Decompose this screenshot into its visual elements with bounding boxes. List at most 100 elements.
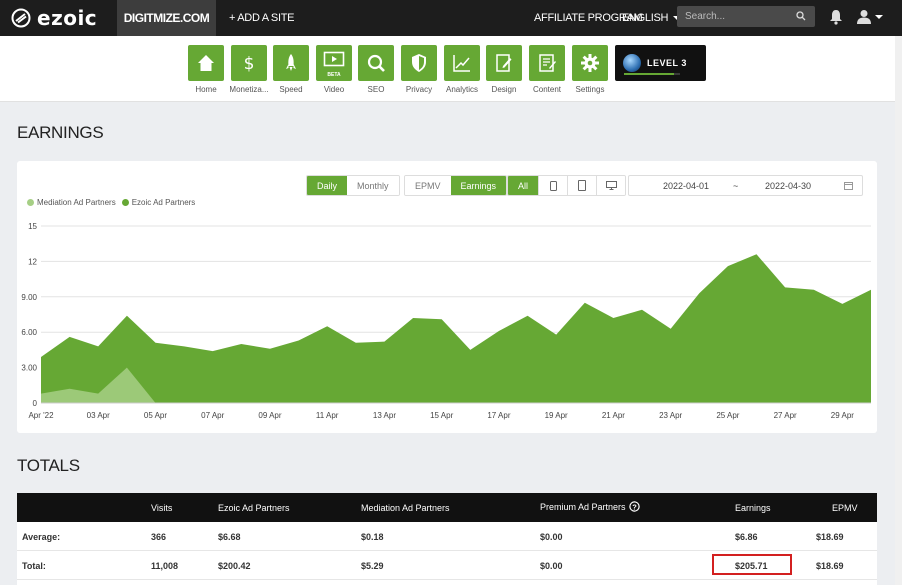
nav-label: SEO	[367, 85, 385, 94]
design-icon	[496, 54, 512, 72]
gear-icon	[581, 54, 599, 72]
x-tick-label: 19 Apr	[545, 411, 568, 420]
level-badge[interactable]: LEVEL 3	[615, 45, 706, 81]
table-header: Visits Ezoic Ad Partners Mediation Ad Pa…	[17, 493, 877, 522]
nav-seo-tile	[358, 45, 394, 81]
home-icon	[198, 55, 214, 71]
table-row: Average: 366 $6.68 $0.18 $0.00 $6.86 $18…	[17, 522, 877, 551]
col-mediation-ad-partners: Mediation Ad Partners	[361, 503, 450, 513]
nav-settings-tile	[572, 45, 608, 81]
nav-video[interactable]: BETA Video	[313, 45, 355, 94]
cell-earnings: $6.86	[735, 532, 758, 542]
nav-monetization[interactable]: $ Monetiza...	[228, 45, 270, 94]
page-scrollbar[interactable]	[895, 36, 902, 585]
level-orb-icon	[623, 54, 641, 72]
x-tick-label: 25 Apr	[716, 411, 739, 420]
bell-icon[interactable]	[829, 9, 843, 25]
nav-label: Analytics	[445, 85, 478, 94]
shield-icon	[412, 54, 426, 72]
y-tick-label: 0	[33, 399, 38, 408]
nav-seo[interactable]: SEO	[355, 45, 397, 94]
y-tick-label: 12	[28, 257, 37, 266]
language-label: ENGLISH	[622, 12, 669, 24]
x-tick-label: 03 Apr	[87, 411, 110, 420]
svg-text:$: $	[244, 54, 255, 73]
svg-text:?: ?	[632, 502, 637, 511]
x-tick-label: 11 Apr	[316, 411, 339, 420]
help-icon[interactable]: ?	[628, 501, 640, 512]
earnings-chart-card: Daily Monthly EPMV Earnings All 2022-04-…	[17, 161, 877, 433]
language-dropdown[interactable]: ENGLISH	[622, 0, 682, 36]
level-progress-fill	[624, 73, 675, 75]
x-tick-label: 09 Apr	[258, 411, 281, 420]
cell-ezoic: $200.42	[218, 561, 251, 571]
x-tick-label: 21 Apr	[602, 411, 625, 420]
x-tick-label: Apr '22	[28, 411, 54, 420]
col-epmv: EPMV	[832, 503, 858, 513]
highlight-box	[712, 554, 792, 575]
y-tick-label: 6.00	[21, 328, 37, 337]
x-tick-label: 17 Apr	[487, 411, 510, 420]
col-ezoic-ad-partners: Ezoic Ad Partners	[218, 503, 290, 513]
nav-design[interactable]: Design	[483, 45, 525, 94]
totals-table: Visits Ezoic Ad Partners Mediation Ad Pa…	[17, 493, 877, 585]
user-menu[interactable]	[857, 9, 883, 24]
cell-visits: 366	[151, 532, 167, 542]
nav-analytics[interactable]: Analytics	[441, 45, 483, 94]
nav-settings[interactable]: Settings	[569, 45, 611, 94]
rocket-icon	[286, 54, 296, 71]
nav-privacy-tile	[401, 45, 437, 81]
cell-ezoic: $6.68	[218, 532, 241, 542]
brand-name: ezoic	[37, 6, 98, 30]
nav-label: Privacy	[405, 85, 433, 94]
search-box[interactable]	[677, 6, 815, 27]
nav-content[interactable]: Content	[526, 45, 568, 94]
chevron-down-icon	[875, 14, 883, 19]
search-icon[interactable]	[796, 11, 806, 21]
video-icon	[323, 51, 345, 67]
level-label: LEVEL 3	[647, 58, 687, 68]
nav-speed-tile	[273, 45, 309, 81]
row-label: Average:	[22, 532, 61, 542]
cell-premium: $0.00	[540, 532, 563, 542]
add-site-link[interactable]: + ADD A SITE	[229, 0, 294, 36]
nav-speed[interactable]: Speed	[270, 45, 312, 94]
ezoic-logo-icon	[11, 8, 31, 28]
site-selector-tab[interactable]: DIGITMIZE.COM	[117, 0, 216, 36]
y-tick-label: 15	[28, 222, 37, 231]
x-tick-label: 05 Apr	[144, 411, 167, 420]
nav-privacy[interactable]: Privacy	[398, 45, 440, 94]
cell-premium: $0.00	[540, 561, 563, 571]
user-icon	[857, 10, 871, 24]
analytics-icon	[453, 55, 470, 72]
magnifier-icon	[367, 54, 385, 72]
col-premium-ad-partners: Premium Ad Partners ?	[540, 501, 640, 512]
x-tick-label: 29 Apr	[831, 411, 854, 420]
col-earnings: Earnings	[735, 503, 771, 513]
nav-content-tile	[529, 45, 565, 81]
row-label: Total:	[22, 561, 46, 571]
cell-epmv: $18.69	[816, 561, 844, 571]
col-visits: Visits	[151, 503, 173, 513]
nav-label: Design	[491, 85, 517, 94]
beta-badge: BETA	[327, 72, 341, 78]
search-input[interactable]	[677, 6, 792, 27]
nav-monetization-tile: $	[231, 45, 267, 81]
nav-label: Content	[532, 85, 562, 94]
cell-mediation: $0.18	[361, 532, 384, 542]
x-tick-label: 23 Apr	[659, 411, 682, 420]
nav-home[interactable]: Home	[185, 45, 227, 94]
ezoic-logo[interactable]: ezoic	[10, 6, 97, 30]
nav-video-tile: BETA	[316, 45, 352, 81]
y-tick-label: 3.00	[21, 364, 37, 373]
content-icon	[539, 54, 556, 72]
nav-label: Video	[323, 85, 345, 94]
cell-epmv: $18.69	[816, 532, 844, 542]
x-tick-label: 13 Apr	[373, 411, 396, 420]
nav-label: Settings	[575, 85, 605, 94]
top-bar: ezoic DIGITMIZE.COM + ADD A SITE AFFILIA…	[0, 0, 902, 36]
x-tick-label: 27 Apr	[774, 411, 797, 420]
nav-design-tile	[486, 45, 522, 81]
app-nav: Home $ Monetiza... Speed BETA Video SEO …	[0, 36, 895, 102]
col-premium-label: Premium Ad Partners	[540, 501, 626, 512]
